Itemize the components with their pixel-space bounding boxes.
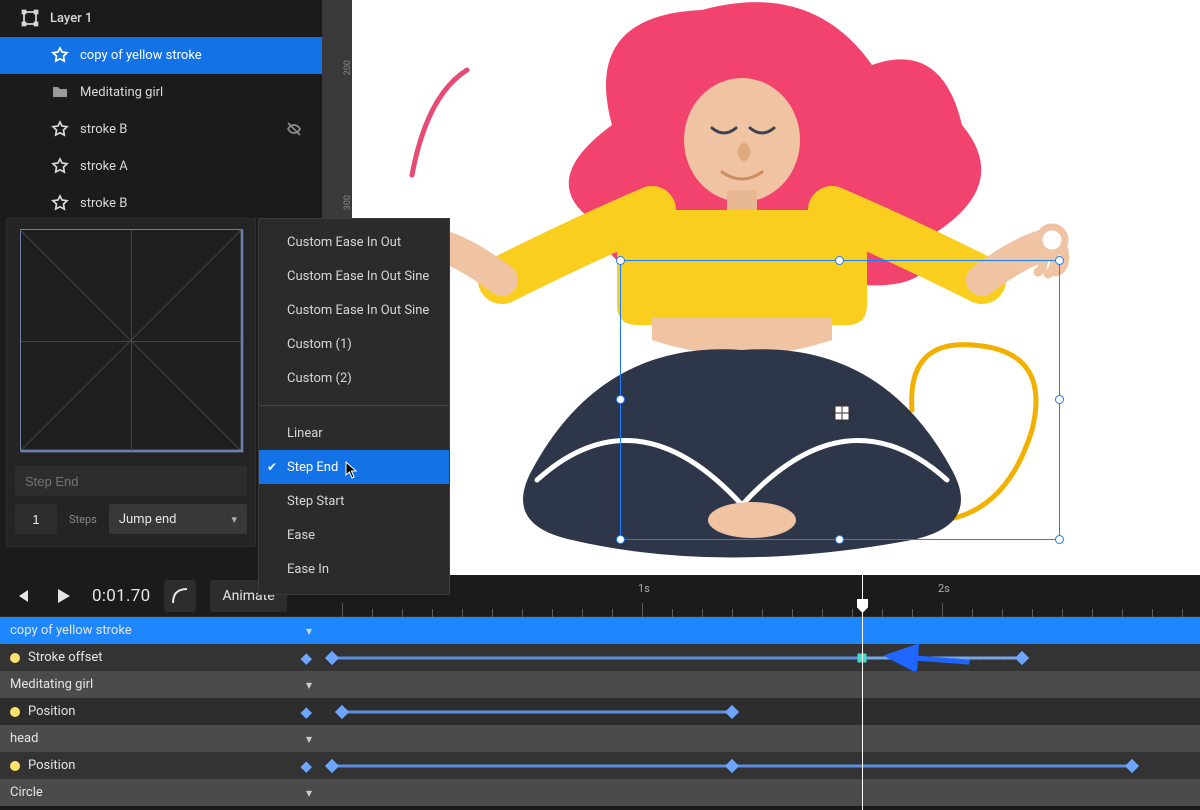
selection-bounds[interactable] xyxy=(620,260,1060,540)
collapse-toggle-icon[interactable]: ▾ xyxy=(306,678,312,692)
collapse-toggle-icon[interactable]: ▾ xyxy=(306,732,312,746)
keyframe[interactable] xyxy=(725,758,739,772)
track-bullet-icon xyxy=(10,707,20,717)
layer-item-meditating-girl[interactable]: Meditating girl xyxy=(0,74,322,111)
ease-option-custom-5[interactable]: Custom (2) xyxy=(259,361,449,395)
track-bullet-icon xyxy=(10,761,20,771)
resize-handle[interactable] xyxy=(616,535,625,544)
collapse-toggle-icon[interactable]: ▾ xyxy=(306,786,312,800)
ease-option-custom-1[interactable]: Custom Ease In Out xyxy=(259,225,449,259)
timeline-toolbar: 0:01.70 Animate 0s 1s 2s xyxy=(0,575,1200,617)
easing-panel: Steps Jump end ▾ xyxy=(6,218,256,547)
playhead-time: 0:01.70 xyxy=(92,586,150,606)
playhead[interactable] xyxy=(862,575,863,617)
track-prop-stroke-offset[interactable]: Stroke offset ◆ xyxy=(0,644,1200,671)
keyframe[interactable] xyxy=(335,704,349,718)
easing-editor-button[interactable] xyxy=(164,580,196,612)
steps-label: Steps xyxy=(65,504,101,534)
collapse-toggle-icon[interactable]: ▾ xyxy=(306,624,312,638)
track-label: Circle xyxy=(10,785,43,800)
ease-option-step-start[interactable]: Step Start xyxy=(259,484,449,518)
layer-root[interactable]: Layer 1 xyxy=(0,0,322,37)
resize-handle[interactable] xyxy=(1055,256,1064,265)
layer-label: stroke B xyxy=(80,196,127,211)
track-prop-position-1[interactable]: Position ◆ xyxy=(0,698,1200,725)
keyframe[interactable] xyxy=(325,758,339,772)
easing-curve-preview[interactable] xyxy=(20,229,243,452)
timeline-ruler[interactable]: 0s 1s 2s xyxy=(322,575,1200,617)
add-keyframe-button[interactable]: ◆ xyxy=(300,649,312,667)
layer-label: copy of yellow stroke xyxy=(80,48,202,63)
resize-handle[interactable] xyxy=(616,395,625,404)
track-label: Stroke offset xyxy=(28,650,103,665)
folder-icon xyxy=(52,84,68,100)
track-label: head xyxy=(10,731,38,746)
track-group-yellow-stroke[interactable]: copy of yellow stroke ▾ xyxy=(0,617,1200,644)
keyframe[interactable] xyxy=(325,650,339,664)
time-label-1s: 1s xyxy=(638,582,650,595)
cursor-icon xyxy=(345,461,359,479)
star-icon xyxy=(52,158,68,174)
timeline-tracks: copy of yellow stroke ▾ Stroke offset ◆ xyxy=(0,617,1200,810)
jump-mode-value: Jump end xyxy=(119,512,177,527)
layer-item-stroke-b-2[interactable]: stroke B xyxy=(0,185,322,222)
keyframe[interactable] xyxy=(725,704,739,718)
track-group-head[interactable]: head ▾ xyxy=(0,725,1200,752)
bounding-box-icon xyxy=(22,10,38,26)
layer-root-label: Layer 1 xyxy=(50,11,92,26)
ruler-mark: 200 xyxy=(343,60,353,75)
playhead-line xyxy=(862,617,863,810)
chevron-down-icon: ▾ xyxy=(231,513,237,526)
star-icon xyxy=(52,121,68,137)
ease-option-ease[interactable]: Ease xyxy=(259,518,449,552)
track-bullet-icon xyxy=(10,653,20,663)
track-label: Position xyxy=(28,758,75,773)
track-group-meditating-girl[interactable]: Meditating girl ▾ xyxy=(0,671,1200,698)
add-keyframe-button[interactable]: ◆ xyxy=(300,703,312,721)
easing-name-input[interactable] xyxy=(15,466,247,496)
add-keyframe-button[interactable]: ◆ xyxy=(300,757,312,775)
ease-option-custom-2[interactable]: Custom Ease In Out Sine xyxy=(259,259,449,293)
ease-option-custom-3[interactable]: Custom Ease In Out Sine xyxy=(259,293,449,327)
resize-handle[interactable] xyxy=(835,256,844,265)
keyframe[interactable] xyxy=(1125,758,1139,772)
track-label: Position xyxy=(28,704,75,719)
layer-item-stroke-a[interactable]: stroke A xyxy=(0,148,322,185)
time-label-2s: 2s xyxy=(938,582,950,595)
hidden-icon[interactable] xyxy=(286,121,302,137)
resize-handle[interactable] xyxy=(1055,535,1064,544)
ruler-mark: 300 xyxy=(343,195,353,210)
rewind-button[interactable] xyxy=(8,580,36,612)
star-icon xyxy=(52,195,68,211)
layer-label: Meditating girl xyxy=(80,85,163,100)
resize-handle[interactable] xyxy=(835,535,844,544)
layer-label: stroke A xyxy=(80,159,128,174)
easing-dropdown-menu: Custom Ease In Out Custom Ease In Out Si… xyxy=(258,218,450,595)
track-label: Meditating girl xyxy=(10,677,93,692)
resize-handle[interactable] xyxy=(1055,395,1064,404)
layer-label: stroke B xyxy=(80,122,127,137)
track-label: copy of yellow stroke xyxy=(10,623,132,638)
timeline-panel: 0:01.70 Animate 0s 1s 2s copy of yellow … xyxy=(0,575,1200,810)
keyframe[interactable] xyxy=(1015,650,1029,664)
track-group-circle[interactable]: Circle ▾ xyxy=(0,779,1200,806)
ease-option-custom-4[interactable]: Custom (1) xyxy=(259,327,449,361)
layer-item-stroke-b-1[interactable]: stroke B xyxy=(0,111,322,148)
canvas[interactable] xyxy=(352,0,1200,575)
jump-mode-select[interactable]: Jump end ▾ xyxy=(109,504,247,534)
ease-option-ease-in[interactable]: Ease In xyxy=(259,552,449,586)
ease-option-linear[interactable]: Linear xyxy=(259,416,449,450)
track-prop-position-2[interactable]: Position ◆ xyxy=(0,752,1200,779)
play-button[interactable] xyxy=(50,580,78,612)
star-icon xyxy=(52,47,68,63)
resize-handle[interactable] xyxy=(616,256,625,265)
layer-item-yellow-stroke[interactable]: copy of yellow stroke xyxy=(0,37,322,74)
steps-count-input[interactable] xyxy=(15,504,57,534)
